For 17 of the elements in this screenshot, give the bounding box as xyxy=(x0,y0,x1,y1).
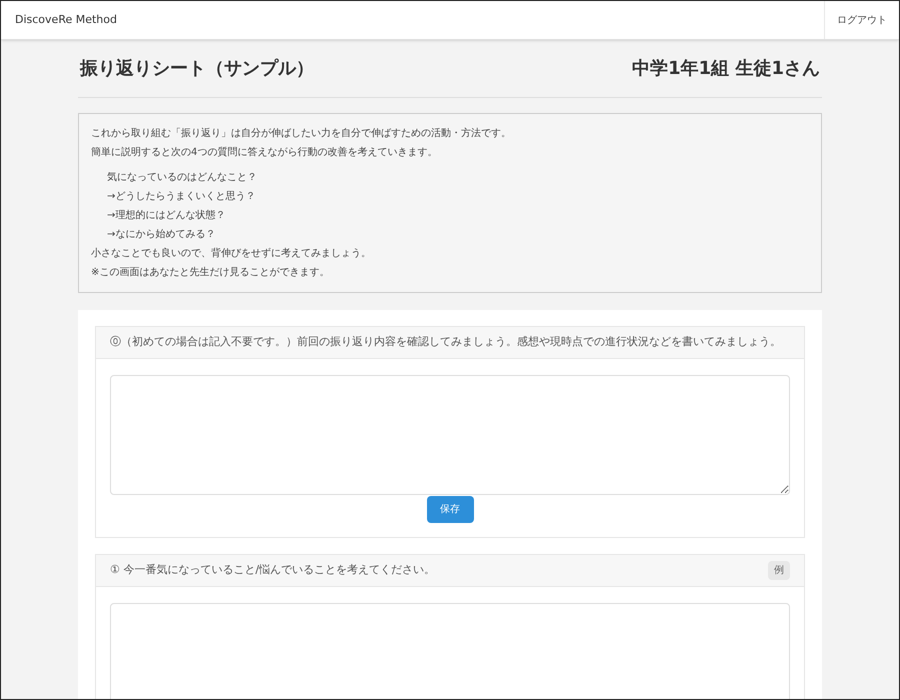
brand-link[interactable]: DiscoveRe Method xyxy=(1,12,117,28)
question-text: ① 今一番気になっていること/悩んでいることを考えてください。 xyxy=(110,562,436,578)
intro-text: 簡単に説明すると次の4つの質問に答えながら行動の改善を考えていきます。 xyxy=(91,146,438,160)
note-text: ※この画面はあなたと先生だけ見ることができます。 xyxy=(91,266,330,280)
page-title: 振り返りシート（サンプル） xyxy=(80,57,314,81)
question-item: →どうしたらうまくいくと思う？ xyxy=(106,190,256,204)
question-item: →理想的にはどんな状態？ xyxy=(106,208,226,223)
answer-field[interactable] xyxy=(110,375,790,495)
logout-link[interactable]: ログアウト xyxy=(824,1,899,39)
question-item: 気になっているのはどんなこと？ xyxy=(106,171,258,185)
question-text: ⓪（初めての場合は記入不要です。）前回の振り返り内容を確認してみましょう。感想や現時点での進行状況などを書いてみましょう。 xyxy=(110,334,781,350)
answer-field[interactable] xyxy=(110,603,790,699)
intro-text: これから取り組む「振り返り」は自分が伸ばしたい力を自分で伸ばすための活動・方法です。 xyxy=(91,126,512,141)
question-item: →なにから始めてみる？ xyxy=(106,228,216,242)
note-text: 小さなことでも良いので、背伸びをせずに考えてみましょう。 xyxy=(91,246,372,261)
student-name: 中学1年1組 生徒1さん xyxy=(632,57,820,81)
example-button[interactable]: 例 xyxy=(768,561,790,580)
